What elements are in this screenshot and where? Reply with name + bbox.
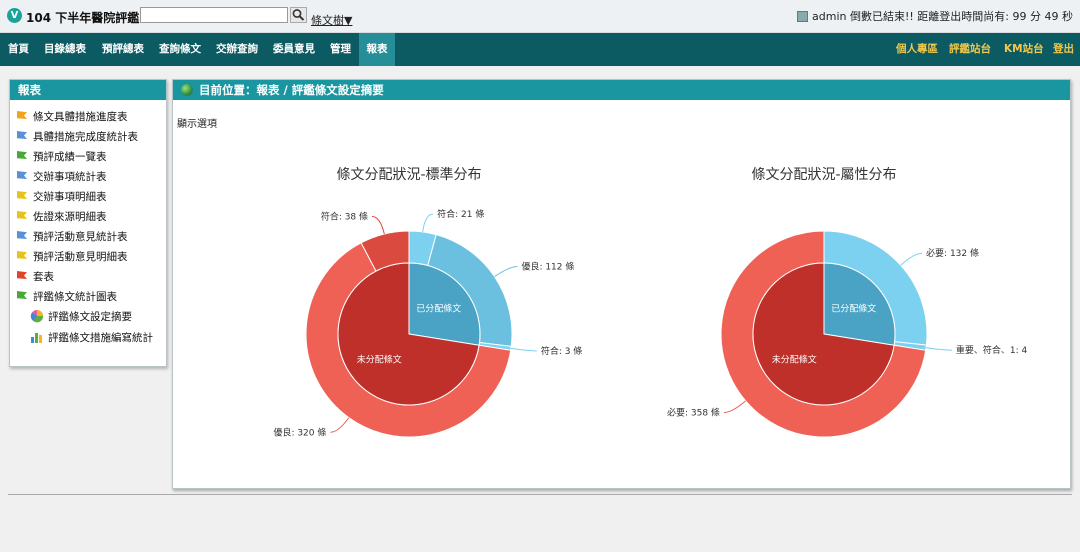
slice-label: 符合: 21 條 [437,208,484,220]
nav-item-admin[interactable]: 管理 [330,33,351,66]
chart-title: 條文分配狀況-屬性分布 [751,167,896,183]
sidebar-item-opinion-details[interactable]: 預評活動意見明細表 [17,249,128,263]
sidebar-item-scores[interactable]: 預評成績一覽表 [17,149,107,163]
flag-yellow-icon [17,191,27,201]
sidebar-item-template[interactable]: 套表 [17,269,54,283]
sidebar-subitem-summary[interactable]: 評鑑條文設定摘要 [30,309,132,323]
slice-label: 符合: 3 條 [541,345,582,357]
label-connector [330,417,350,433]
sidebar-item-label: 評鑑條文設定摘要 [48,311,132,323]
slice-label: 優良: 112 條 [521,261,574,273]
label-connector [494,266,518,277]
sidebar-item-evidence[interactable]: 佐證來源明細表 [17,209,107,223]
nav-item-assignments[interactable]: 交辦查詢 [216,33,258,66]
label-connector [723,400,746,413]
slice-label: 重要、符合、1: 4 [956,344,1028,356]
inner-slice-label: 已分配條文 [831,303,876,315]
label-connector [900,252,923,266]
search-input[interactable] [140,7,288,23]
label-connector [371,216,385,235]
label-connector [926,347,952,351]
flag-green-icon [17,151,27,161]
sidebar-subitem-writing-stats[interactable]: 評鑑條文措施編寫統計 [30,330,153,344]
sidebar-item-label: 具體措施完成度統計表 [33,131,138,143]
nav-item-logout[interactable]: 登出 [1053,33,1074,66]
user-status: admin 倒數已結束!! 距離登出時間尚有: 99 分 49 秒 [797,8,1073,24]
report-sidebar: 報表 條文具體措施進度表 具體措施完成度統計表 預評成績一覽表 交辦事項統計表 … [9,79,167,367]
charts-area: 條文分配狀況-標準分布符合: 21 條優良: 112 條符合: 3 條優良: 3… [273,167,1028,438]
label-connector [422,213,434,232]
sidebar-item-progress[interactable]: 條文具體措施進度表 [17,109,128,123]
app-logo-icon: V [7,8,22,23]
sidebar-item-opinion-stats[interactable]: 預評活動意見統計表 [17,229,128,243]
sidebar-item-label: 預評活動意見明細表 [33,251,128,263]
pie-chart-icon [30,310,44,323]
sidebar-item-label: 預評活動意見統計表 [33,231,128,243]
flag-blue-icon [17,171,27,181]
search-button[interactable] [290,7,307,23]
flag-blue-icon [17,231,27,241]
sidebar-item-label: 預評成績一覽表 [33,151,107,163]
nav-item-reports[interactable]: 報表 [359,33,395,66]
slice-label: 優良: 320 條 [273,426,326,438]
nav-item-catalog[interactable]: 目錄總表 [44,33,86,66]
footer-divider [8,494,1072,495]
sidebar-item-label: 交辦事項明細表 [33,191,107,203]
sidebar-title: 報表 [10,80,166,100]
flag-red-icon [17,271,27,281]
label-connector [510,347,537,352]
nav-item-personal[interactable]: 個人專區 [896,33,938,66]
sidebar-item-label: 套表 [33,271,54,283]
nav-item-home[interactable]: 首頁 [8,33,29,66]
search-icon [292,9,305,21]
user-avatar-icon [797,10,809,22]
flag-yellow-icon [17,211,27,221]
slice-label: 必要: 132 條 [926,247,979,259]
sidebar-item-task-details[interactable]: 交辦事項明細表 [17,189,107,203]
sidebar-item-label: 評鑑條文措施編寫統計 [48,332,153,344]
flag-yellow-icon [17,251,27,261]
nav-item-eval-site[interactable]: 評鑑站台 [949,33,991,66]
flag-orange-icon [17,111,27,121]
sidebar-item-completion[interactable]: 具體措施完成度統計表 [17,129,138,143]
user-status-text: admin 倒數已結束!! 距離登出時間尚有: 99 分 49 秒 [812,10,1073,23]
inner-slice-label: 已分配條文 [416,303,461,315]
flag-blue-icon [17,131,27,141]
nav-item-committee[interactable]: 委員意見 [273,33,315,66]
inner-slice-label: 未分配條文 [357,353,402,365]
article-tree-link[interactable]: 條文樹▼ [311,12,352,28]
sidebar-item-label: 條文具體措施進度表 [33,111,128,123]
main-nav: 首頁 目錄總表 預評總表 查詢條文 交辦查詢 委員意見 管理 報表 個人專區 評… [0,33,1080,66]
nav-item-search-articles[interactable]: 查詢條文 [159,33,201,66]
sidebar-item-charts[interactable]: 評鑑條文統計圖表 [17,289,117,303]
top-bar: V 104 下半年醫院評鑑 條文樹▼ admin 倒數已結束!! 距離登出時間尚… [0,0,1080,33]
flag-green-icon [17,291,27,301]
sidebar-item-label: 佐證來源明細表 [33,211,107,223]
chart-title: 條文分配狀況-標準分布 [336,167,481,183]
sidebar-item-label: 交辦事項統計表 [33,171,107,183]
nav-item-pre-eval[interactable]: 預評總表 [102,33,144,66]
nav-item-km-site[interactable]: KM站台 [1004,33,1044,66]
bar-chart-icon [31,333,42,343]
slice-label: 符合: 38 條 [321,211,368,223]
content-panel: 目前位置：報表 / 評鑑條文設定摘要 顯示選項 條文分配狀況-標準分布 符合: 2… [172,79,1071,489]
slice-label: 必要: 358 條 [667,406,720,418]
app-title: 104 下半年醫院評鑑 [26,11,140,25]
sidebar-item-task-stats[interactable]: 交辦事項統計表 [17,169,107,183]
sidebar-item-label: 評鑑條文統計圖表 [33,291,117,303]
inner-slice-label: 未分配條文 [772,353,817,365]
